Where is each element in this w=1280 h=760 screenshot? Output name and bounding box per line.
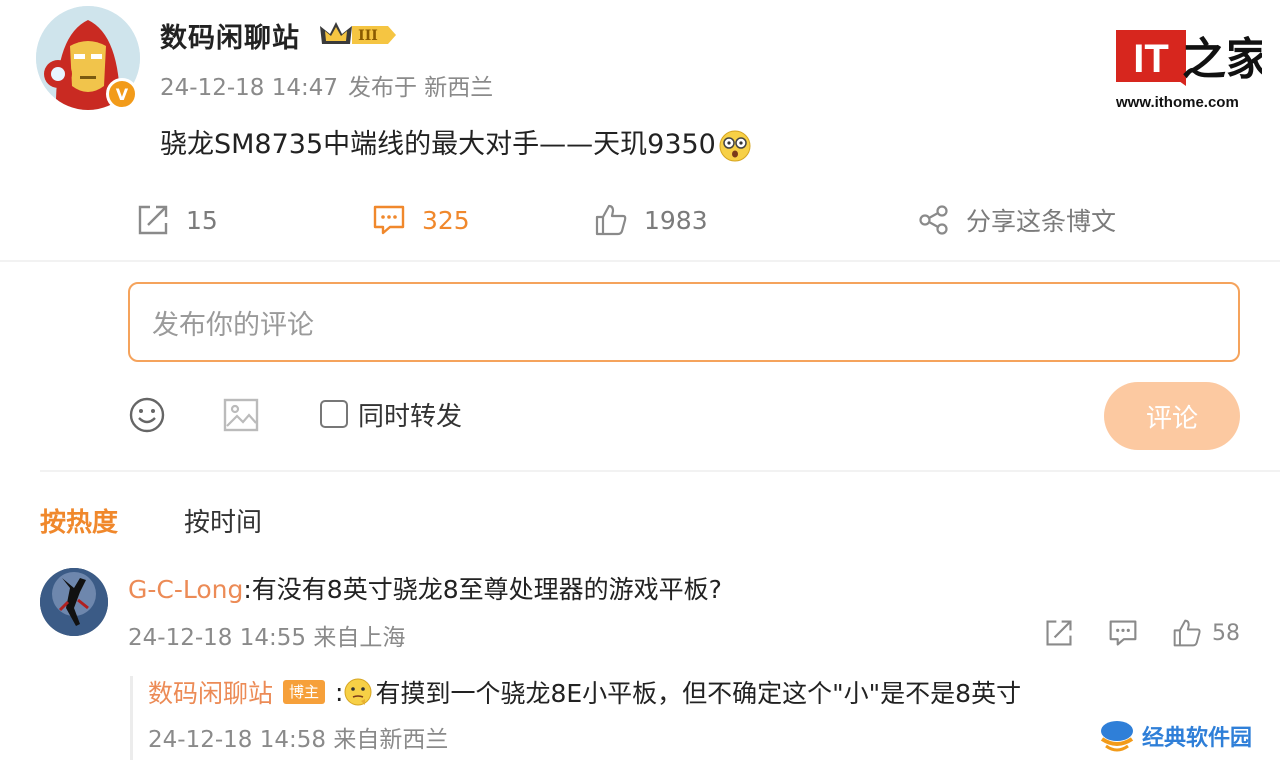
vip-crown-level-icon[interactable]: III xyxy=(318,18,398,52)
repost-checkbox[interactable] xyxy=(320,400,348,428)
submit-comment-button[interactable]: 评论 xyxy=(1104,382,1240,450)
share-icon xyxy=(1046,620,1072,646)
comment-like-count: 58 xyxy=(1212,620,1240,646)
shocked-emoji-icon xyxy=(719,130,751,161)
comment-text: :有没有8英寸骁龙8至尊处理器的游戏平板? xyxy=(243,575,722,604)
commenter-avatar[interactable] xyxy=(40,568,108,636)
share-icon xyxy=(138,205,168,235)
repost-label[interactable]: 同时转发 xyxy=(358,396,462,433)
comment-reply-button[interactable] xyxy=(1108,616,1138,650)
post-meta: 24-12-18 14:47 发布于 新西兰 xyxy=(160,68,503,102)
reply-thread-line xyxy=(130,676,133,760)
comment-count: 325 xyxy=(422,205,470,235)
comment-share-button[interactable] xyxy=(1044,616,1074,650)
comment-line: G-C-Long:有没有8英寸骁龙8至尊处理器的游戏平板? xyxy=(128,570,722,606)
divider xyxy=(0,260,1280,262)
thumbs-up-icon xyxy=(595,204,627,236)
verified-badge-icon: V xyxy=(106,78,138,110)
reply-location: 来自新西兰 xyxy=(333,727,449,753)
tab-sort-time[interactable]: 按时间 xyxy=(184,502,262,539)
reply-timestamp: 24-12-18 14:58 xyxy=(148,727,326,753)
post-body: 骁龙SM8735中端线的最大对手——天玑9350 xyxy=(160,122,752,163)
svg-text:之家: 之家 xyxy=(1182,34,1262,85)
emoji-picker-icon[interactable] xyxy=(128,396,166,434)
reply-colon: : xyxy=(335,677,344,707)
forward-action[interactable]: 分享这条博文 xyxy=(918,200,1116,240)
watermark-text: 经典软件园 xyxy=(1142,726,1253,751)
forward-label: 分享这条博文 xyxy=(966,207,1117,236)
like-action[interactable]: 1983 xyxy=(594,200,708,240)
image-upload-icon[interactable] xyxy=(222,396,260,434)
post-text: 骁龙SM8735中端线的最大对手——天玑9350 xyxy=(160,129,716,160)
commenter-username[interactable]: G-C-Long xyxy=(128,575,243,604)
thumbs-up-icon xyxy=(1173,619,1201,647)
share-network-icon xyxy=(919,205,948,235)
share-action[interactable]: 15 xyxy=(136,200,218,240)
like-count: 1983 xyxy=(644,205,708,235)
reply-meta: 24-12-18 14:58 来自新西兰 xyxy=(148,720,448,754)
submit-label: 评论 xyxy=(1145,403,1198,434)
tab-sort-hot[interactable]: 按热度 xyxy=(40,502,118,539)
svg-text:IT: IT xyxy=(1133,37,1169,81)
reply-username[interactable]: 数码闲聊站 xyxy=(148,674,273,710)
comment-location: 来自上海 xyxy=(313,625,406,651)
comment-like-button[interactable]: 58 xyxy=(1172,616,1240,650)
bottom-watermark: 经典软件园 xyxy=(1098,714,1268,758)
thinking-emoji-icon xyxy=(344,678,372,706)
svg-text:III: III xyxy=(358,28,378,44)
watermark-logo-icon xyxy=(1100,721,1134,752)
share-count: 15 xyxy=(186,205,218,235)
divider xyxy=(40,470,1280,472)
post-location: 发布于 新西兰 xyxy=(348,75,494,101)
reply-text: 有摸到一个骁龙8E小平板，但不确定这个"小"是不是8英寸 xyxy=(375,679,1022,708)
author-badge: 博主 xyxy=(283,680,326,704)
comment-input-placeholder: 发布你的评论 xyxy=(152,309,314,341)
comment-timestamp: 24-12-18 14:55 xyxy=(128,625,306,651)
comment-meta: 24-12-18 14:55 来自上海 xyxy=(128,618,405,652)
comment-action[interactable]: 325 xyxy=(372,200,470,240)
reply-line: 数码闲聊站 博主 : 有摸到一个骁龙8E小平板，但不确定这个"小"是不是8英寸 xyxy=(148,674,1021,710)
post-author-name[interactable]: 数码闲聊站 xyxy=(160,16,300,55)
comment-icon xyxy=(373,205,405,235)
post-timestamp: 24-12-18 14:47 xyxy=(160,75,338,101)
ithome-url: www.ithome.com xyxy=(1116,94,1239,111)
comment-input[interactable]: 发布你的评论 xyxy=(128,282,1240,362)
comment-icon xyxy=(1109,620,1137,646)
commenter-avatar-image xyxy=(40,568,108,636)
